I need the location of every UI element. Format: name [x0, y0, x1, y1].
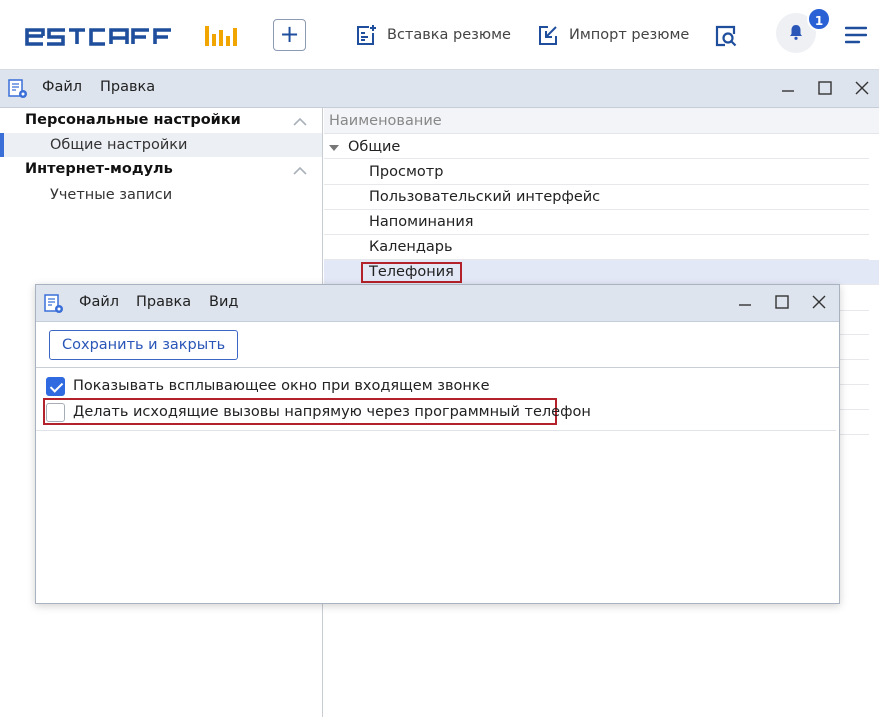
list-item-telephony-label: Телефония [361, 262, 462, 283]
telephony-dialog: Файл Правка Вид Сохранить и закрыть Пока… [35, 284, 840, 604]
dialog-titlebar: Файл Правка Вид [36, 285, 839, 322]
tree-item-accounts[interactable]: Учетные записи [0, 183, 322, 207]
tree-item-general-settings[interactable]: Общие настройки [0, 133, 322, 157]
menu-edit[interactable]: Правка [100, 79, 155, 95]
maximize-icon[interactable] [773, 293, 791, 311]
add-button[interactable]: + [273, 19, 306, 51]
paste-resume-label: Вставка резюме [387, 27, 511, 43]
estaff-logo[interactable] [25, 22, 240, 50]
import-resume-label: Импорт резюме [569, 27, 690, 43]
import-resume-button[interactable]: Импорт резюме [537, 22, 689, 48]
dialog-menu-view[interactable]: Вид [209, 294, 238, 310]
checkbox-unchecked[interactable] [46, 402, 65, 422]
notification-count-badge: 1 [807, 7, 831, 31]
dialog-options: Показывать всплывающее окно при входящем… [36, 368, 839, 603]
minimize-icon[interactable] [779, 81, 797, 99]
option-label: Делать исходящие вызовы напрямую через п… [73, 404, 591, 420]
close-icon[interactable] [853, 79, 871, 97]
hamburger-menu-icon[interactable] [845, 26, 867, 44]
option-show-popup-on-incoming-call[interactable]: Показывать всплывающее окно при входящем… [46, 375, 490, 397]
list-item-reminders[interactable]: Напоминания [324, 210, 869, 235]
divider [36, 430, 836, 431]
tree-group-internet-module[interactable]: Интернет-модуль [25, 161, 173, 177]
dialog-window-icon [44, 294, 63, 313]
option-label: Показывать всплывающее окно при входящем… [73, 378, 490, 394]
settings-window-titlebar: Файл Правка [0, 70, 879, 108]
option-outgoing-via-softphone[interactable]: Делать исходящие вызовы напрямую через п… [46, 401, 591, 423]
bell-icon [790, 25, 802, 40]
expand-triangle-icon[interactable] [329, 145, 339, 151]
dialog-menu-edit[interactable]: Правка [136, 294, 191, 310]
minimize-icon[interactable] [736, 295, 754, 313]
checkbox-checked[interactable] [46, 376, 65, 396]
logo-wordmark [25, 28, 171, 46]
chevron-up-icon[interactable] [292, 166, 308, 176]
import-resume-icon [539, 26, 557, 45]
column-header-name[interactable]: Наименование [324, 108, 879, 134]
maximize-icon[interactable] [816, 79, 834, 97]
paste-resume-button[interactable]: Вставка резюме [355, 22, 511, 48]
logo-bars-icon [205, 26, 237, 46]
list-group-label: Общие [348, 139, 401, 155]
dialog-menu-file[interactable]: Файл [79, 294, 119, 310]
list-item-user-interface[interactable]: Пользовательский интерфейс [324, 185, 869, 210]
settings-window-icon [8, 79, 27, 98]
close-icon[interactable] [810, 293, 828, 311]
tree-group-personal[interactable]: Персональные настройки [25, 112, 241, 128]
search-resume-icon[interactable] [714, 24, 738, 48]
menu-file[interactable]: Файл [42, 79, 82, 95]
list-group-general[interactable]: Общие [324, 135, 869, 159]
list-item-calendar[interactable]: Календарь [324, 235, 869, 260]
list-item-telephony[interactable]: Телефония [324, 260, 879, 285]
dialog-toolbar: Сохранить и закрыть [36, 322, 839, 368]
app-header: + Вставка резюме Импорт резюме 1 [0, 0, 879, 70]
list-item-view[interactable]: Просмотр [324, 160, 869, 185]
save-and-close-button[interactable]: Сохранить и закрыть [49, 330, 239, 360]
chevron-up-icon[interactable] [292, 117, 308, 127]
paste-resume-icon [357, 25, 376, 45]
